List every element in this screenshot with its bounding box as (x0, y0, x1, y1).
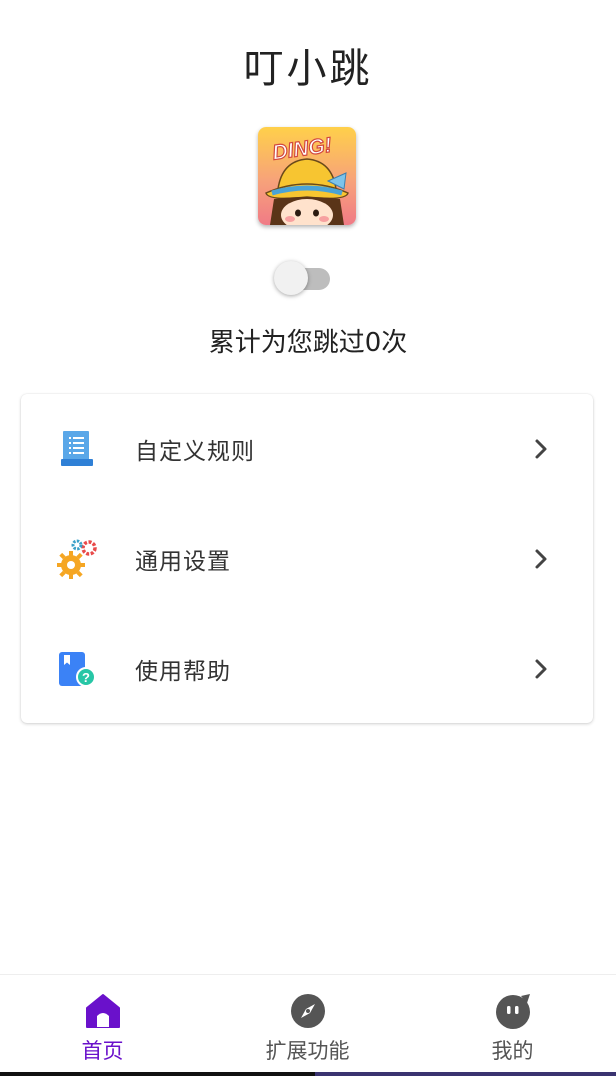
tab-label: 扩展功能 (265, 1039, 350, 1063)
tab-label: 我的 (491, 1039, 534, 1063)
app-title: 叮小跳 (243, 46, 373, 92)
menu-item-custom-rules[interactable]: 自定义规则 (21, 394, 593, 504)
bottom-tab-bar: 首页 扩展功能 我的 (0, 974, 616, 1077)
menu-item-label: 通用设置 (135, 549, 231, 575)
tab-home[interactable]: 首页 (0, 975, 205, 1071)
help-book-icon: ? (55, 647, 99, 691)
compass-icon (289, 992, 327, 1030)
document-list-icon (55, 427, 99, 471)
menu-item-label: 使用帮助 (135, 659, 231, 685)
chevron-right-icon (531, 546, 553, 572)
app-logo: DING! (258, 127, 356, 225)
home-icon (84, 992, 122, 1030)
menu-card: 自定义规则 通用设置 ? 使用帮助 (21, 394, 593, 723)
gears-icon (55, 537, 99, 581)
svg-text:?: ? (82, 670, 90, 685)
tab-me[interactable]: 我的 (410, 975, 615, 1071)
service-toggle[interactable] (274, 261, 332, 297)
tab-extensions[interactable]: 扩展功能 (205, 975, 410, 1071)
menu-item-label: 自定义规则 (135, 439, 255, 465)
profile-face-icon (494, 992, 532, 1030)
skip-counter: 累计为您跳过0次 (208, 328, 408, 358)
tab-label: 首页 (81, 1039, 124, 1063)
menu-item-help[interactable]: ? 使用帮助 (21, 614, 593, 724)
nav-indicator-segment (315, 1072, 616, 1076)
system-nav-indicator (0, 1072, 616, 1076)
menu-item-general-settings[interactable]: 通用设置 (21, 504, 593, 614)
chevron-right-icon (531, 656, 553, 682)
chevron-right-icon (531, 436, 553, 462)
toggle-thumb (274, 261, 308, 295)
